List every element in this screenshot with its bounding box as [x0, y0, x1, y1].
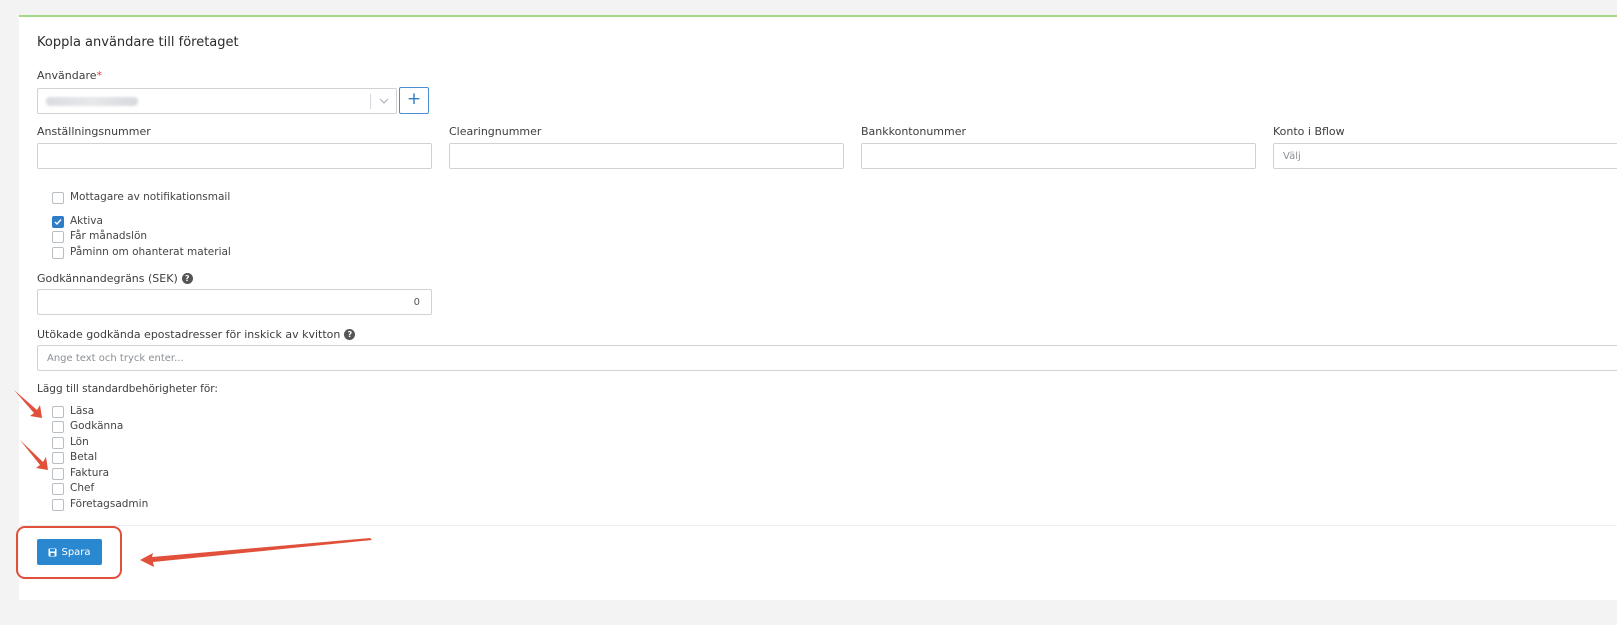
annotation-arrows [14, 390, 372, 567]
arrow-icon [20, 440, 48, 470]
arrow-icon [14, 390, 42, 418]
arrow-icon [140, 538, 372, 567]
